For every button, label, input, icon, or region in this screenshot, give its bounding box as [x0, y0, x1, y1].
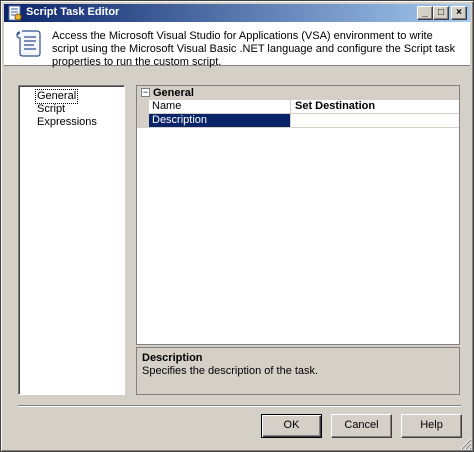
description-title: Description: [142, 352, 203, 364]
cancel-button[interactable]: Cancel: [331, 414, 392, 438]
script-task-editor-window: Script Task Editor _ □ × Access the Micr…: [0, 0, 474, 452]
category-label: General: [153, 87, 194, 99]
help-button[interactable]: Help: [401, 414, 462, 438]
property-value-name[interactable]: Set Destination: [292, 100, 459, 113]
category-general: − General: [137, 86, 459, 100]
close-button[interactable]: ×: [451, 6, 467, 20]
property-row-description[interactable]: Description: [149, 114, 459, 128]
script-task-icon: [8, 5, 22, 21]
property-value-description[interactable]: [292, 114, 459, 127]
property-name: Name: [149, 100, 291, 113]
script-scroll-icon: [16, 30, 41, 57]
minimize-button[interactable]: _: [417, 6, 433, 20]
nav-item-expressions[interactable]: Expressions: [37, 116, 97, 129]
divider: [18, 405, 461, 407]
description-pane: Description Specifies the description of…: [136, 347, 460, 395]
ok-button[interactable]: OK: [261, 414, 322, 438]
property-grid: − General Name Set Destination Descripti…: [136, 85, 460, 345]
nav-item-script[interactable]: Script: [37, 103, 65, 116]
description-text: Specifies the description of the task.: [142, 365, 319, 377]
property-row-name[interactable]: Name Set Destination: [149, 100, 459, 114]
maximize-button[interactable]: □: [433, 6, 449, 20]
resize-grip-icon[interactable]: [460, 438, 472, 450]
window-title: Script Task Editor: [26, 6, 120, 18]
title-bar[interactable]: Script Task Editor _ □ ×: [4, 4, 470, 22]
grid-gutter: [137, 100, 149, 128]
nav-item-general[interactable]: General: [34, 89, 79, 104]
collapse-icon[interactable]: −: [141, 88, 150, 97]
navigation-pane: General Script Expressions: [18, 85, 125, 395]
property-name-description: Description: [149, 114, 291, 127]
header-panel: Access the Microsoft Visual Studio for A…: [4, 22, 470, 68]
header-description: Access the Microsoft Visual Studio for A…: [52, 30, 456, 68]
